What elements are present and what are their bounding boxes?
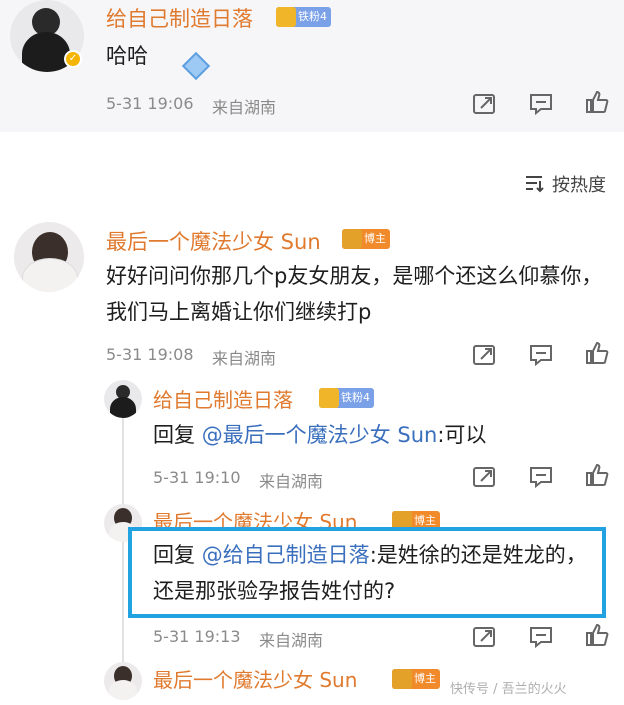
blogger-badge: 博主 — [392, 669, 440, 689]
reply-text: 回复 @给自己制造日落:是姓徐的还是姓龙的，还是那张验孕报告姓付的? — [153, 543, 587, 603]
comment-time: 5-31 19:08 — [106, 345, 194, 364]
fan-level-badge: 铁粉4 — [319, 388, 374, 408]
comment-icon[interactable] — [528, 343, 554, 367]
share-icon[interactable] — [472, 465, 498, 489]
reply-location: 来自湖南 — [259, 631, 324, 650]
fan-badge-icon — [276, 7, 296, 27]
sort-icon[interactable] — [524, 173, 544, 193]
reply-time: 5-31 19:10 — [153, 468, 241, 487]
reply-author[interactable]: 最后一个魔法少女 Sun — [153, 664, 357, 693]
verified-badge-icon: ✓ — [64, 50, 82, 68]
like-icon[interactable] — [584, 463, 610, 487]
avatar[interactable] — [104, 662, 142, 700]
watermark: 快传号 / 吾兰的火火 — [450, 682, 567, 697]
reply-time: 5-31 19:13 — [153, 627, 241, 646]
avatar[interactable] — [104, 380, 142, 418]
reply-location: 来自湖南 — [259, 472, 324, 491]
comment-time: 5-31 19:06 — [106, 94, 194, 113]
share-icon[interactable] — [472, 343, 498, 367]
fan-badge-icon — [319, 388, 339, 408]
share-icon[interactable] — [472, 92, 498, 116]
sort-by-hot-button[interactable]: 按热度 — [552, 171, 606, 197]
comment-icon[interactable] — [528, 625, 554, 649]
comment-location: 来自湖南 — [212, 98, 277, 117]
comment-location: 来自湖南 — [212, 349, 277, 368]
blogger-badge: 博主 — [342, 229, 390, 249]
reply-author[interactable]: 给自己制造日落 — [153, 384, 293, 413]
like-icon[interactable] — [584, 623, 610, 647]
avatar[interactable] — [14, 222, 84, 292]
share-icon[interactable] — [472, 625, 498, 649]
mention-link[interactable]: @给自己制造日落 — [202, 543, 370, 567]
host-badge-icon — [342, 229, 362, 249]
comment-author[interactable]: 最后一个魔法少女 Sun — [106, 226, 321, 256]
like-icon[interactable] — [584, 341, 610, 365]
host-badge-icon — [392, 669, 412, 689]
comment-icon[interactable] — [528, 465, 554, 489]
comment-text: 好好问问你那几个p友女朋友，是哪个还这么仰慕你，我们马上离婚让你们继续打p — [106, 264, 603, 324]
fan-level-badge: 铁粉4 — [276, 7, 331, 27]
like-icon[interactable] — [584, 90, 610, 114]
section-divider — [0, 132, 624, 150]
mention-link[interactable]: @最后一个魔法少女 Sun — [202, 423, 438, 447]
reply-text: 回复 @最后一个魔法少女 Sun:可以 — [153, 423, 487, 447]
comment-text: 哈哈 — [106, 44, 148, 68]
comment-icon[interactable] — [528, 92, 554, 116]
comment-author[interactable]: 给自己制造日落 — [106, 3, 253, 33]
